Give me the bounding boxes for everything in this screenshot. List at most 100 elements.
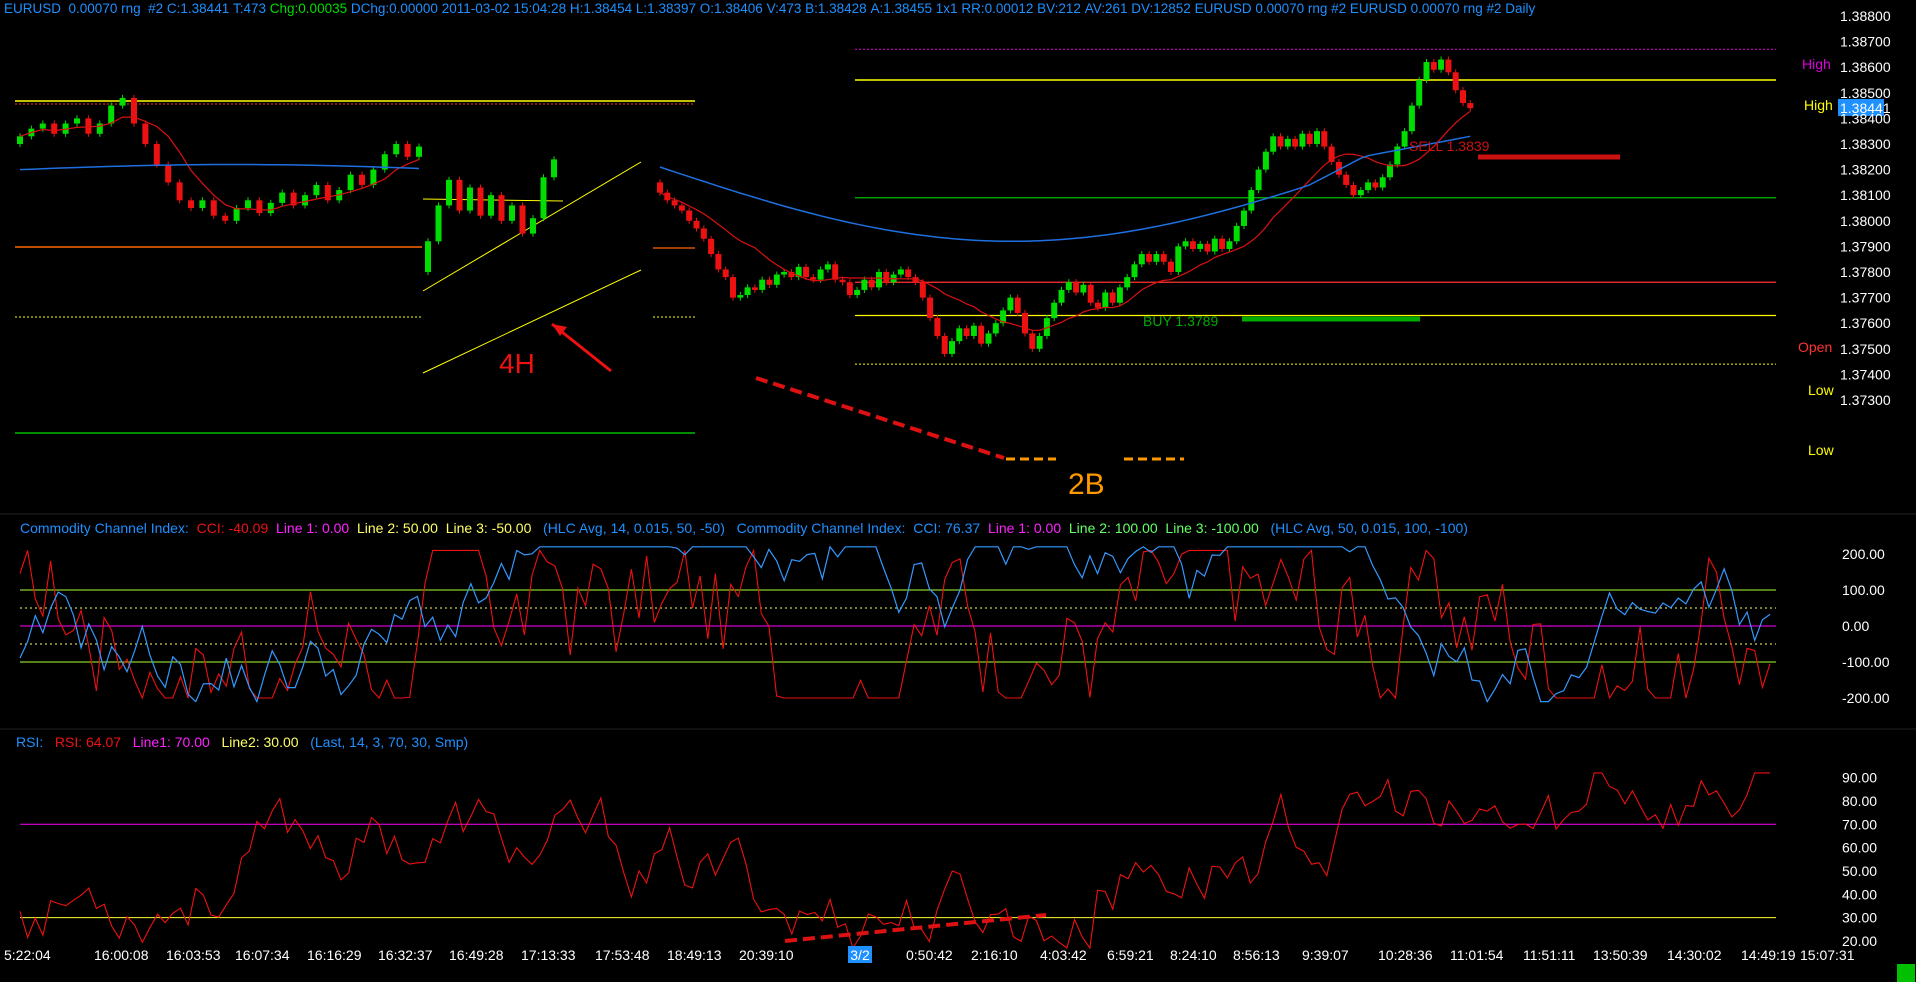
- h4-candle: [498, 195, 505, 221]
- right-candle: [1343, 174, 1350, 185]
- left-candle: [416, 146, 422, 157]
- rsi-line: [19, 772, 1770, 950]
- right-candle: [1255, 169, 1262, 191]
- left-candle: [393, 144, 400, 155]
- price-tick-label: 1.38500: [1840, 85, 1891, 101]
- right-candle: [1029, 333, 1036, 349]
- right-candle: [1248, 190, 1255, 211]
- right-candle: [1080, 284, 1087, 293]
- left-candle: [199, 200, 206, 208]
- right-candle: [1401, 131, 1408, 147]
- right-candle: [1357, 190, 1364, 196]
- right-candle: [1306, 133, 1313, 144]
- left-candle: [119, 97, 126, 106]
- right-ma-blue-line: [659, 135, 1471, 243]
- h4-candle: [456, 179, 463, 211]
- right-candle: [1087, 284, 1094, 303]
- time-tick-label: 17:13:33: [521, 947, 576, 963]
- divergence-line: [755, 376, 1005, 460]
- left-candle: [51, 123, 58, 134]
- time-tick-label: 17:53:48: [595, 947, 650, 963]
- right-candle: [1051, 302, 1058, 319]
- time-tick-label: 16:00:08: [94, 947, 149, 963]
- cci-label-2: Commodity Channel Index:: [736, 520, 906, 536]
- rsi-tick-label: 30.00: [1842, 910, 1877, 926]
- left-candle: [313, 184, 320, 196]
- header-symbol: EURUSD: [4, 1, 62, 16]
- header-high: H:1.38454: [569, 1, 633, 16]
- price-tick-label: 1.37600: [1840, 315, 1891, 331]
- left-candle: [131, 97, 137, 124]
- cci-tick-label: 100.00: [1842, 582, 1885, 598]
- time-tick-label: 16:49:28: [449, 947, 504, 963]
- left-candle: [74, 118, 80, 124]
- right-candle: [700, 228, 707, 239]
- price-tick-label: 1.38300: [1840, 136, 1891, 152]
- chart-canvas[interactable]: SELL 1.3839 BUY 1.3789 4H 2B High High Open Low…: [0, 0, 1916, 982]
- right-candle: [1022, 312, 1028, 334]
- right-candle: [941, 336, 948, 354]
- time-tick-label: 2:16:10: [971, 947, 1018, 963]
- header-bv: BV:212: [1037, 1, 1081, 16]
- price-tick-label: 1.38100: [1840, 187, 1891, 203]
- right-candle: [1423, 62, 1430, 80]
- time-tick-label: 13:50:39: [1593, 947, 1648, 963]
- time-tick-label: 16:03:53: [166, 947, 221, 963]
- right-candle: [1277, 136, 1284, 147]
- h4-candle: [446, 179, 452, 206]
- right-candle: [730, 277, 736, 298]
- cci-line1-a: Line 1: 0.00: [276, 520, 350, 536]
- right-candle: [722, 269, 729, 278]
- left-candle: [142, 123, 149, 144]
- right-candle: [671, 200, 678, 206]
- right-candle: [1160, 254, 1167, 262]
- left-candle: [267, 202, 274, 214]
- right-candle: [1073, 282, 1080, 293]
- time-tick-label: 8:24:10: [1170, 947, 1217, 963]
- rsi-tick-label: 60.00: [1842, 840, 1877, 856]
- cci-tick-label: -100.00: [1842, 654, 1890, 670]
- time-tick-label: 16:07:34: [235, 947, 290, 963]
- time-label-highlight: 3/2: [850, 947, 870, 963]
- pattern-annotation: 2B: [1068, 468, 1105, 501]
- right-candle: [1036, 336, 1043, 349]
- left-candle: [85, 118, 92, 134]
- left-candle: [359, 174, 365, 185]
- left-candle: [165, 164, 172, 183]
- header-dchange: DChg:0.00000: [350, 1, 438, 16]
- right-candle: [1219, 238, 1226, 249]
- right-candle: [781, 272, 788, 275]
- right-candle: [1058, 289, 1065, 303]
- right-candle: [1124, 277, 1131, 288]
- rsi-tick-label: 70.00: [1842, 816, 1877, 832]
- cci-title: Commodity Channel Index: CCI: -40.09 Lin…: [20, 519, 1468, 537]
- time-tick-label: 18:49:13: [667, 947, 722, 963]
- time-tick-label: 14:30:02: [1667, 947, 1722, 963]
- header-low: L:1.38397: [635, 1, 696, 16]
- chart-header: EURUSD 0.00070 rng #2 C:1.38441 T:473 Ch…: [4, 0, 1535, 17]
- left-candle: [324, 184, 331, 201]
- header-change: Chg:0.00035: [269, 1, 348, 16]
- cci-value-2: CCI: 76.37: [913, 520, 981, 536]
- cci-tick-label: 200.00: [1842, 546, 1885, 562]
- price-tick-label: 1.38600: [1840, 59, 1891, 75]
- left-candle: [279, 192, 286, 203]
- cci-label-1: Commodity Channel Index:: [20, 520, 189, 536]
- price-tick-label: 1.38800: [1840, 8, 1891, 24]
- right-candle: [1065, 282, 1072, 290]
- right-candle: [1109, 292, 1116, 303]
- time-tick-label: 16:16:29: [307, 947, 362, 963]
- right-candle: [1007, 297, 1014, 311]
- rsi-line2: Line2: 30.00: [221, 734, 299, 750]
- right-candle: [949, 341, 955, 354]
- right-candle: [1270, 136, 1277, 152]
- right-candle: [1153, 254, 1160, 262]
- cci-line2-b: Line 2: 100.00: [1068, 520, 1158, 536]
- right-candle: [657, 182, 663, 193]
- right-candle: [1460, 90, 1466, 104]
- left-candle: [302, 195, 308, 206]
- right-candle: [1445, 59, 1452, 73]
- right-candle: [1314, 131, 1320, 144]
- right-candle: [678, 205, 685, 211]
- rsi-title: RSI: RSI: 64.07 Line1: 70.00 Line2: 30.0…: [16, 733, 468, 751]
